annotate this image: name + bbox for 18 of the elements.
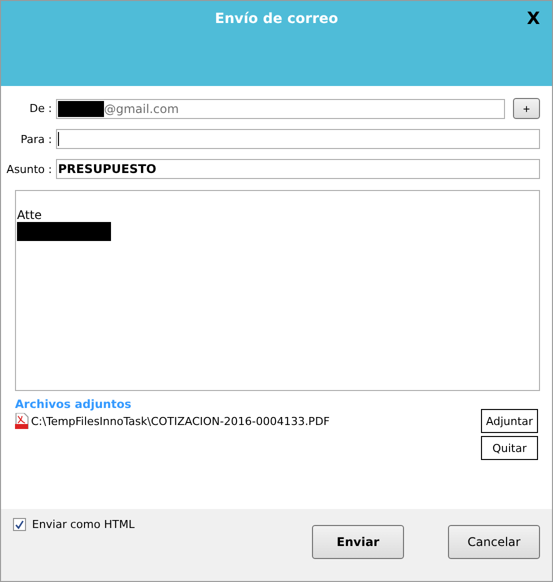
checkbox-label: Enviar como HTML <box>32 518 135 531</box>
field-label: Asunto : <box>6 162 52 176</box>
message-body-field[interactable]: Atte <box>15 190 540 391</box>
field-label: Para : <box>20 132 52 146</box>
attachment-path[interactable]: C:\TempFilesInnoTask\COTIZACION-2016-0004133.PDF <box>31 414 330 428</box>
window-title: Envío de correo <box>214 11 338 29</box>
pdf-file-icon <box>15 413 29 429</box>
dialog-button[interactable]: Enviar <box>312 525 404 559</box>
attachment-button[interactable]: Adjuntar <box>481 409 538 433</box>
dialog-button[interactable]: Cancelar <box>448 525 540 559</box>
input-field[interactable] <box>56 129 540 149</box>
html-checkbox[interactable] <box>13 518 26 531</box>
attachments-title: Archivos adjuntos <box>15 397 132 411</box>
check-icon <box>15 520 24 529</box>
attachment-button[interactable]: Quitar <box>481 436 538 460</box>
input-field[interactable]: PRESUPUESTO <box>56 159 540 179</box>
close-button[interactable]: X <box>526 9 540 29</box>
field-label: De : <box>28 102 52 115</box>
